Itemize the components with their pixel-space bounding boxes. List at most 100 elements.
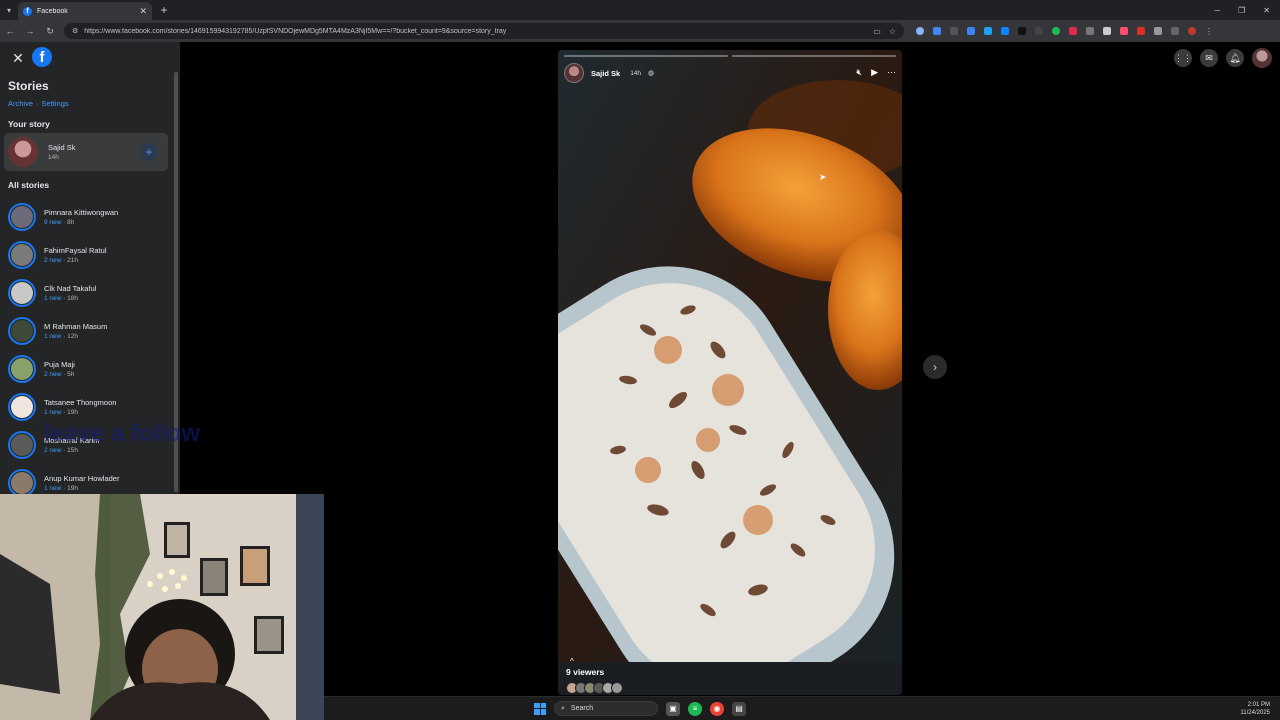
story-time: 14h [630,69,642,77]
story-item-name: Clk Nad Takaful [44,284,97,293]
story-item-new-count: 1 new [44,485,62,492]
avatar[interactable] [564,63,584,83]
story-item-new-count: 2 new [44,371,62,378]
story-list-item[interactable]: M Rahman Masum 1 new · 12h [8,312,168,350]
avatar [8,355,36,383]
own-story-name: Sajid Sk [48,143,76,152]
sidebar-toggle-icon[interactable] [1171,27,1179,35]
profile-icon[interactable] [1188,27,1196,35]
browser-tab[interactable]: f Facebook ✕ [18,2,152,20]
story-list-item[interactable]: Clk Nad Takaful 1 new · 18h [8,274,168,312]
avatar [8,203,36,231]
facebook-logo[interactable]: f [32,47,52,67]
story-list-item[interactable]: FahimFaysal Ratul 2 new · 21h [8,236,168,274]
extension-icon[interactable] [1035,27,1043,35]
story-list-item[interactable]: Anup Kumar Howlader 1 new · 19h [8,464,168,495]
extension-icon[interactable] [1052,27,1060,35]
story-item-age: 21h [67,257,78,264]
terminal-icon[interactable]: ▤ [732,701,746,716]
avatar [8,393,36,421]
menu-grid-icon[interactable]: ⋮⋮ [1174,49,1192,67]
story-item-name: FahimFaysal Ratul [44,246,107,255]
extension-icon[interactable] [916,27,924,35]
window-close-icon[interactable]: ✕ [1263,6,1270,15]
add-story-icon[interactable]: + [140,143,158,161]
minimize-icon[interactable]: ─ [1214,6,1220,15]
avatar [8,241,36,269]
avatar [8,137,38,167]
back-icon[interactable]: ← [4,26,16,36]
extension-icon[interactable] [1001,27,1009,35]
story-item-age: 5h [67,371,75,378]
story-progress [564,55,896,57]
story-item-name: Tatsanee Thongmoon [44,398,117,407]
chrome-icon[interactable]: ◉ [710,701,724,716]
extensions-puzzle-icon[interactable] [1154,27,1162,35]
chrome-menu-icon[interactable]: ⋮ [1205,27,1213,36]
extension-icon[interactable] [950,27,958,35]
story-item-new-count: 1 new [44,295,62,302]
taskbar-search[interactable]: ⌕ Search [554,701,658,716]
extension-icon[interactable] [1137,27,1145,35]
extension-icon[interactable] [967,27,975,35]
story-item-new-count: 2 new [44,447,62,454]
extension-icon[interactable] [984,27,992,35]
notifications-bell-icon[interactable]: 🔔︎ [1226,49,1244,67]
story-item-new-count: 2 new [44,257,62,264]
window-controls: ─ ❐ ✕ [1214,6,1280,15]
viewers-section[interactable]: ^ 9 viewers [566,657,623,694]
extension-icon[interactable] [1086,27,1094,35]
mute-icon[interactable]: 🔇︎ [856,67,862,78]
your-story-heading: Your story [8,119,50,129]
own-story-card[interactable]: Sajid Sk 14h + [4,133,168,171]
extension-icon[interactable] [1069,27,1077,35]
extension-icon[interactable] [1120,27,1128,35]
extension-icon[interactable] [933,27,941,35]
account-avatar[interactable] [1252,48,1272,68]
extension-icon[interactable] [1018,27,1026,35]
next-story-button[interactable]: › [923,355,947,379]
cast-icon[interactable]: ▭ [873,27,881,36]
windows-start-icon[interactable] [534,702,546,715]
more-options-icon[interactable]: ⋯ [887,67,896,78]
tab-search-icon[interactable]: ▾ [0,0,18,20]
windows-taskbar: ⌕ Search ▣ ≡ ◉ ▤ 2:01 PM 11/24/2025 [324,696,1280,720]
chevron-up-icon[interactable]: ^ [570,657,620,666]
story-viewer[interactable]: Sajid Sk 14h ◍ 🔇︎ ▶ ⋯ ^ 9 viewers [558,50,902,695]
story-list-item[interactable]: Pimnara Kittiwongwan 9 new · 8h [8,198,168,236]
story-item-subtitle: 1 new · 19h [44,409,116,416]
webcam-image [0,494,324,720]
story-author[interactable]: Sajid Sk [591,69,620,78]
story-item-age: 19h [67,409,78,416]
bookmark-star-icon[interactable]: ☆ [889,27,896,36]
viewer-avatars[interactable] [566,682,623,694]
facebook-favicon-icon: f [23,6,32,16]
archive-link[interactable]: Archive [8,99,33,108]
story-list-item[interactable]: Puja Maji 2 new · 5h [8,350,168,388]
new-tab-icon[interactable]: + [156,3,172,17]
task-view-icon[interactable]: ▣ [666,701,680,716]
story-item-age: 12h [67,333,78,340]
system-clock[interactable]: 2:01 PM 11/24/2025 [1240,701,1270,717]
tab-close-icon[interactable]: ✕ [139,6,147,17]
story-item-age: 15h [67,447,78,454]
reload-icon[interactable]: ↻ [44,26,56,37]
play-icon[interactable]: ▶ [871,67,878,78]
page-title: Stories [8,79,49,93]
viewers-count[interactable]: 9 viewers [566,667,620,677]
messenger-icon[interactable]: ✉ [1200,49,1218,67]
forward-icon[interactable]: → [24,26,36,36]
site-info-icon[interactable]: ⚙ [72,27,78,35]
url-bar[interactable]: ⚙ https://www.facebook.com/stories/14691… [64,23,904,39]
avatar [8,279,36,307]
story-item-subtitle: 1 new · 19h [44,485,119,492]
spotify-icon[interactable]: ≡ [688,701,702,716]
close-icon[interactable]: ✕ [10,50,26,66]
maximize-icon[interactable]: ❐ [1238,6,1245,15]
settings-link[interactable]: Settings [42,99,69,108]
facebook-top-icons: ⋮⋮ ✉ 🔔︎ [1174,48,1272,68]
story-image [558,50,902,662]
story-item-new-count: 1 new [44,333,62,340]
extension-icon[interactable] [1103,27,1111,35]
story-item-age: 19h [67,485,78,492]
